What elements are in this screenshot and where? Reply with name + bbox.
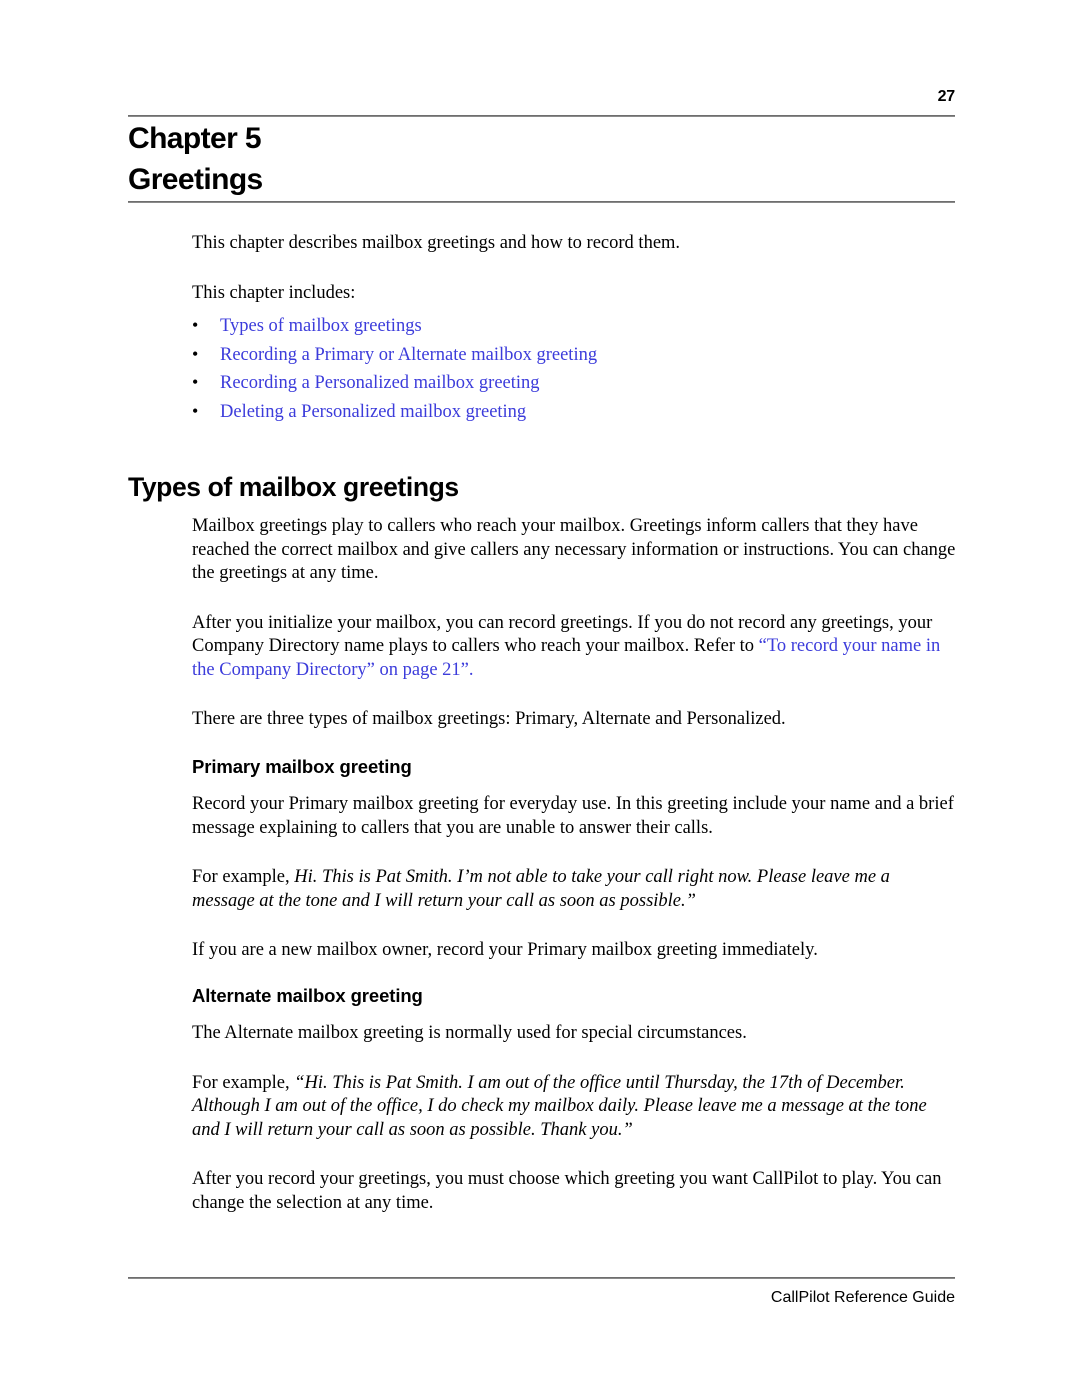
primary-example-text: Hi. This is Pat Smith. I’m not able to t… xyxy=(192,867,890,911)
section-paragraph-1: Mailbox greetings play to callers who re… xyxy=(192,516,956,583)
list-item: • Deleting a Personalized mailbox greeti… xyxy=(192,401,957,425)
intro-block: This chapter describes mailbox greetings… xyxy=(192,232,957,429)
alternate-example: For example, “Hi. This is Pat Smith. I a… xyxy=(192,1072,957,1143)
section-heading-types-of-mailbox-greetings: Types of mailbox greetings xyxy=(128,472,459,502)
page-number: 27 xyxy=(937,88,956,105)
sub-heading-alternate-mailbox-greeting: Alternate mailbox greeting xyxy=(192,985,423,1006)
list-item: • Recording a Personalized mailbox greet… xyxy=(192,372,957,396)
document-page: 27 Chapter 5 Greetings This chapter desc… xyxy=(0,0,1080,1397)
chapter-heading: Chapter 5 Greetings xyxy=(128,118,955,200)
primary-example-lead: For example, xyxy=(192,867,295,887)
alternate-greeting-block: Alternate mailbox greeting The Alternate… xyxy=(192,985,957,1241)
header-rule xyxy=(128,115,955,117)
footer-title: CallPilot Reference Guide xyxy=(770,1289,955,1306)
section-paragraph-2: After you initialize your mailbox, you c… xyxy=(192,612,957,683)
intro-paragraph-2: This chapter includes: xyxy=(192,282,356,303)
chapter-rule xyxy=(128,201,955,203)
list-item: • Types of mailbox greetings xyxy=(192,315,957,339)
bullet-icon: • xyxy=(192,372,199,392)
bullet-icon: • xyxy=(192,400,199,421)
link-recording-personalized[interactable]: Recording a Personalized mailbox greetin… xyxy=(220,373,540,393)
primary-example: For example, Hi. This is Pat Smith. I’m … xyxy=(192,866,957,913)
primary-paragraph-2: If you are a new mailbox owner, record y… xyxy=(192,940,818,960)
alternate-example-lead: For example, xyxy=(192,1072,295,1093)
section-body: Mailbox greetings play to callers who re… xyxy=(192,515,957,758)
primary-greeting-block: Primary mailbox greeting Record your Pri… xyxy=(192,756,957,989)
alternate-paragraph-2: After you record your greetings, you mus… xyxy=(192,1169,942,1213)
chapter-contents-list: • Types of mailbox greetings • Recording… xyxy=(192,315,957,424)
footer-rule xyxy=(128,1277,955,1279)
intro-paragraph-1: This chapter describes mailbox greetings… xyxy=(192,233,681,253)
link-deleting-personalized[interactable]: Deleting a Personalized mailbox greeting xyxy=(220,402,526,422)
section-paragraph-3: There are three types of mailbox greetin… xyxy=(192,709,786,729)
link-recording-primary-or-alternate[interactable]: Recording a Primary or Alternate mailbox… xyxy=(220,345,597,365)
chapter-title: Greetings xyxy=(128,163,263,196)
link-types-of-mailbox-greetings[interactable]: Types of mailbox greetings xyxy=(220,316,422,336)
alternate-example-text: “Hi. This is Pat Smith. I am out of the … xyxy=(192,1072,927,1140)
list-item: • Recording a Primary or Alternate mailb… xyxy=(192,344,957,368)
bullet-icon: • xyxy=(192,315,199,335)
primary-paragraph-1: Record your Primary mailbox greeting for… xyxy=(192,794,954,838)
alternate-paragraph-1: The Alternate mailbox greeting is normal… xyxy=(192,1023,747,1043)
bullet-icon: • xyxy=(192,343,199,364)
sub-heading-primary-mailbox-greeting: Primary mailbox greeting xyxy=(192,756,412,777)
chapter-label: Chapter 5 xyxy=(128,122,262,155)
